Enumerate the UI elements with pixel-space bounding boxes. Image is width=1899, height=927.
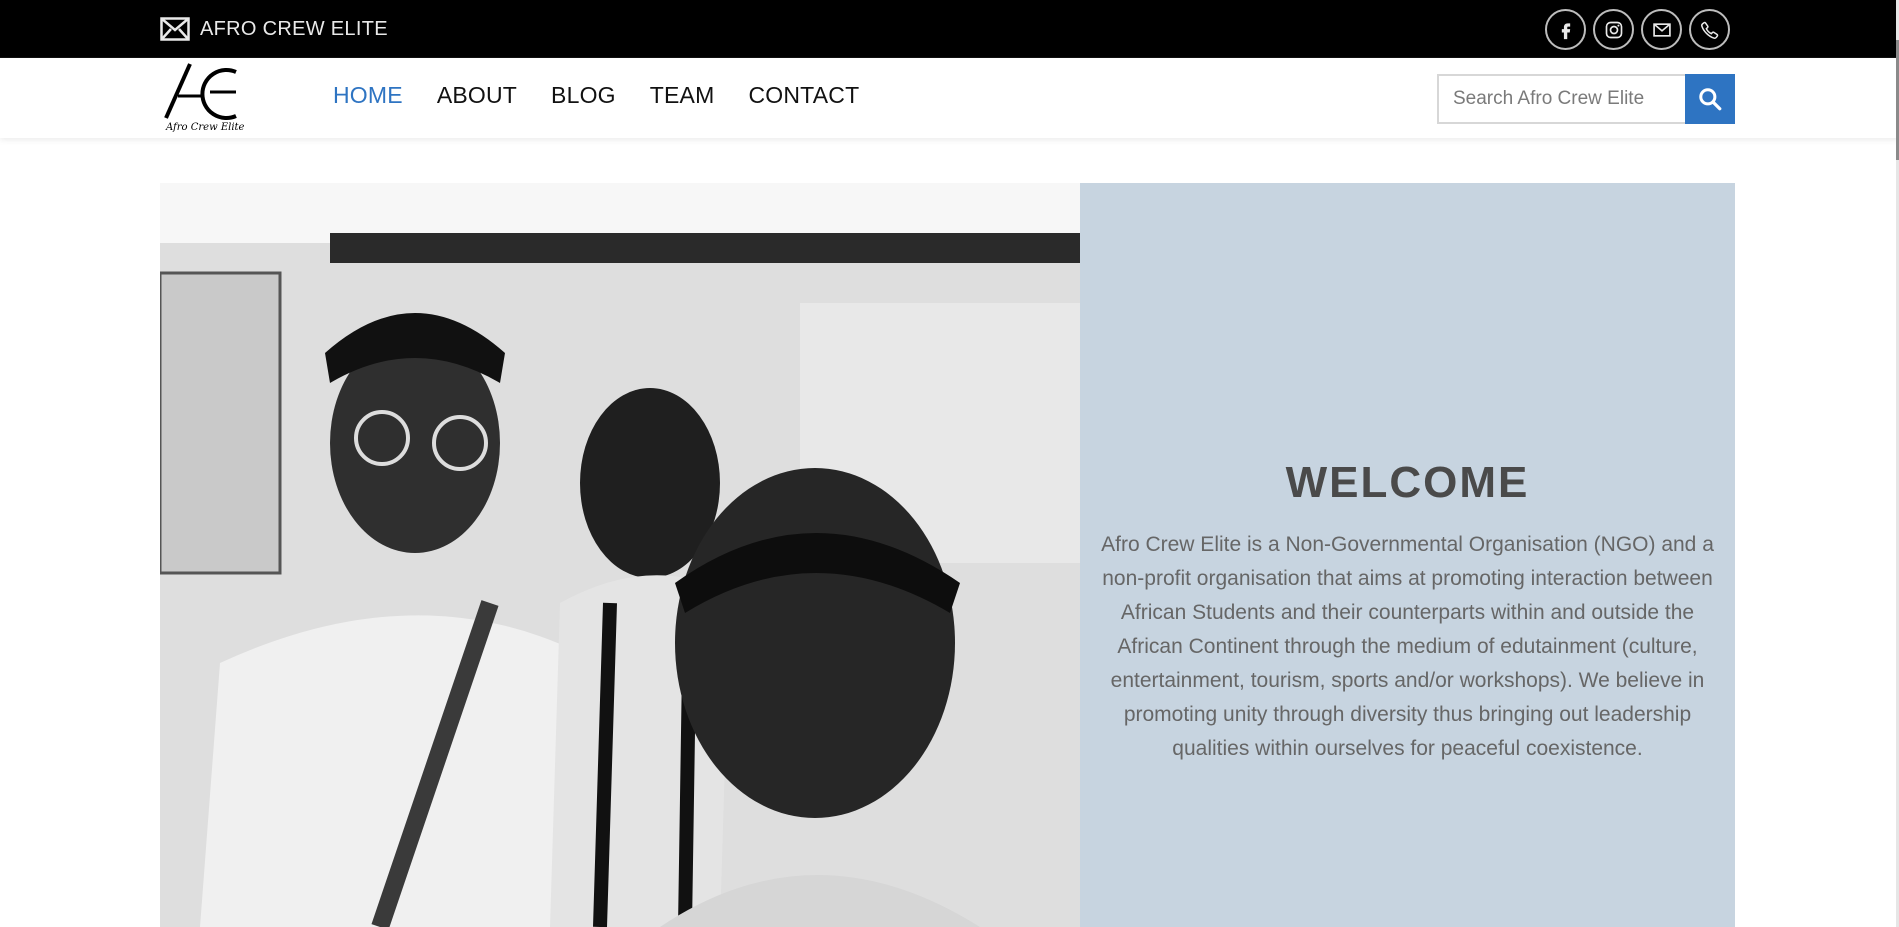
instagram-button[interactable]: [1593, 9, 1634, 50]
nav-blog[interactable]: BLOG: [551, 82, 616, 109]
logo-caption: Afro Crew Elite: [166, 122, 245, 133]
group-photo: [160, 183, 1080, 927]
facebook-icon: [1561, 22, 1570, 39]
top-bar-brand[interactable]: AFRO CREW ELITE: [160, 17, 388, 41]
nav-about[interactable]: ABOUT: [437, 82, 517, 109]
phone-icon: [1700, 21, 1718, 39]
welcome-panel: WELCOME Afro Crew Elite is a Non-Governm…: [1080, 183, 1735, 927]
search-form: [1437, 74, 1735, 124]
facebook-button[interactable]: [1545, 9, 1586, 50]
nav-home[interactable]: HOME: [333, 82, 403, 109]
top-bar: AFRO CREW ELITE: [0, 0, 1899, 58]
mail-icon: [1652, 22, 1671, 37]
nav-team[interactable]: TEAM: [650, 82, 715, 109]
email-button[interactable]: [1641, 9, 1682, 50]
nav-contact[interactable]: CONTACT: [748, 82, 859, 109]
search-input[interactable]: [1437, 74, 1685, 124]
top-bar-brand-label: AFRO CREW ELITE: [200, 17, 388, 40]
search-icon: [1699, 88, 1722, 111]
welcome-description: Afro Crew Elite is a Non-Governmental Or…: [1101, 533, 1714, 760]
envelope-icon: [160, 17, 190, 41]
hero-photo: [160, 183, 1080, 927]
page: AFRO CREW ELITE Afro Crew Elite HOME ABO…: [0, 0, 1899, 927]
welcome-title: WELCOME: [1285, 458, 1530, 507]
phone-button[interactable]: [1689, 9, 1730, 50]
social-links: [1545, 9, 1730, 50]
instagram-icon: [1605, 21, 1622, 38]
main-nav: HOME ABOUT BLOG TEAM CONTACT: [333, 82, 859, 109]
main-header: Afro Crew Elite HOME ABOUT BLOG TEAM CON…: [0, 58, 1899, 138]
search-button[interactable]: [1685, 74, 1735, 124]
site-logo[interactable]: Afro Crew Elite: [160, 58, 244, 138]
